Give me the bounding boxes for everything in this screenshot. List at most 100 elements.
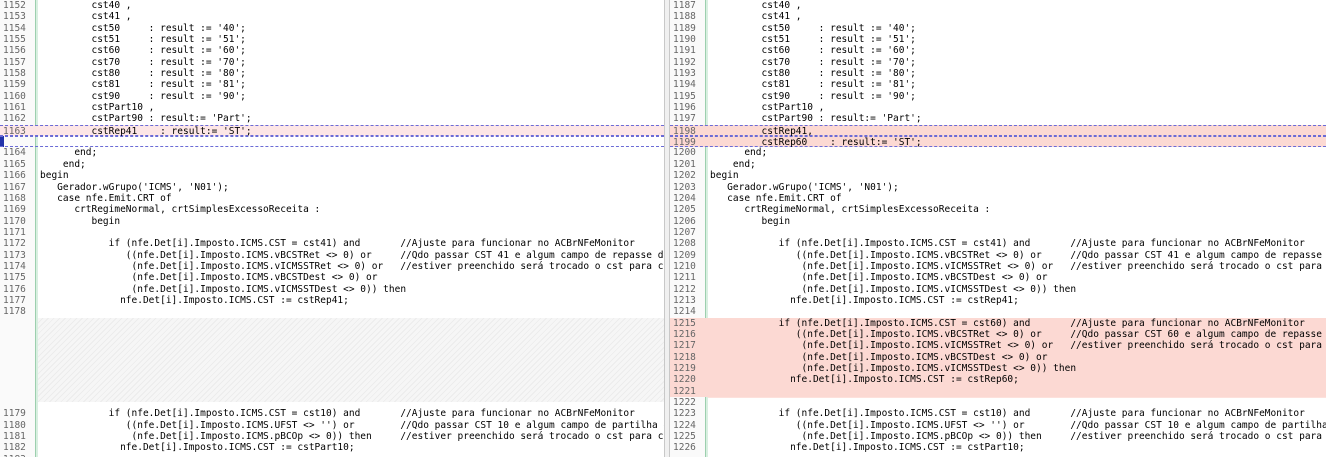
left-code-line: 1177 nfe.Det[i].Imposto.ICMS.CST := cstR… (0, 295, 664, 306)
right-code-line: 1190 cst51 : result := '51'; (670, 34, 1326, 45)
left-code-line: 1173 ((nfe.Det[i].Imposto.ICMS.vBCSTRet … (0, 250, 664, 261)
line-number: 1177 (3, 294, 26, 306)
left-code-line: 1174 (nfe.Det[i].Imposto.ICMS.vICMSSTRet… (0, 261, 664, 272)
code-text: begin (40, 215, 121, 227)
code-text: ((nfe.Det[i].Imposto.ICMS.vBCSTRet <> 0)… (40, 249, 664, 261)
code-text: nfe.Det[i].Imposto.ICMS.CST := cstRep41; (710, 294, 1019, 306)
left-code-line: 1154 cst50 : result := '40'; (0, 23, 664, 34)
line-number: 1190 (673, 34, 696, 46)
code-text: ((nfe.Det[i].Imposto.ICMS.vBCSTRet <> 0)… (710, 328, 1326, 340)
line-number: 1217 (673, 340, 696, 352)
right-code-line: 1197 cstPart90 : result:= 'Part'; (670, 113, 1326, 124)
right-code-line: 1205 crtRegimeNormal, crtSimplesExcessoR… (670, 204, 1326, 215)
line-number: 1218 (673, 351, 696, 363)
line-number: 1175 (3, 272, 26, 284)
line-number: 1213 (673, 294, 696, 306)
right-code-line: 1213 nfe.Det[i].Imposto.ICMS.CST := cstR… (670, 295, 1326, 306)
right-code-line: 1195 cst90 : result := '90'; (670, 91, 1326, 102)
line-number: 1152 (3, 0, 26, 11)
right-code-lines: 1187 cst40 , 1188 cst41 , 1189 cst50 : res… (670, 0, 1326, 454)
code-text: cst80 : result := '80'; (710, 68, 916, 80)
left-code-line: 1163 cstRep41 : result:= 'ST'; (0, 124, 664, 137)
line-number: 1207 (673, 226, 696, 238)
line-number: 1167 (3, 181, 26, 193)
right-code-line: 1223 if (nfe.Det[i].Imposto.ICMS.CST = c… (670, 408, 1326, 419)
line-number: 1161 (3, 102, 26, 114)
right-code-line: 1188 cst41 , (670, 11, 1326, 22)
line-number: 1171 (3, 226, 26, 238)
left-code-line: 1180 ((nfe.Det[i].Imposto.ICMS.UFST <> '… (0, 420, 664, 431)
code-text: nfe.Det[i].Imposto.ICMS.CST := cstPart10… (710, 442, 1025, 454)
line-number: 1191 (673, 45, 696, 57)
code-text: cstPart90 : result:= 'Part'; (710, 113, 922, 125)
line-number: 1188 (673, 11, 696, 23)
code-text: cst81 : result := '81'; (40, 79, 246, 91)
right-code-line: 1201 end; (670, 159, 1326, 170)
line-number: 1172 (3, 238, 26, 250)
left-code-line: 1175 (nfe.Det[i].Imposto.ICMS.vBCSTDest … (0, 272, 664, 283)
right-code-line: 1200 end; (670, 147, 1326, 158)
right-code-line: 1196 cstPart10 , (670, 102, 1326, 113)
right-code-line: 1217 (nfe.Det[i].Imposto.ICMS.vICMSSTRet… (670, 340, 1326, 352)
right-code-line: 1193 cst80 : result := '80'; (670, 68, 1326, 79)
right-code-line: 1222 (670, 397, 1326, 408)
left-code-line: 1152 cst40 , (0, 0, 664, 11)
code-text: cst50 : result := '40'; (40, 22, 246, 34)
line-number: 1158 (3, 68, 26, 80)
right-code-line: 1206 begin (670, 216, 1326, 227)
code-text: crtRegimeNormal, crtSimplesExcessoReceit… (710, 204, 991, 216)
line-number: 1189 (673, 22, 696, 34)
line-number: 1204 (673, 192, 696, 204)
left-code-line: 1164 end; (0, 147, 664, 158)
right-code-line: 1199 cstRep60 : result:= 'ST'; (670, 136, 1326, 148)
right-code-line: 1191 cst60 : result := '60'; (670, 45, 1326, 56)
code-text: (nfe.Det[i].Imposto.ICMS.vBCSTDest <> 0)… (710, 351, 1048, 363)
code-text: (nfe.Det[i].Imposto.ICMS.vICMSSTDest <> … (710, 363, 1077, 374)
line-number: 1160 (3, 90, 26, 102)
code-text: Gerador.wGrupo('ICMS', 'N01'); (710, 181, 899, 193)
code-text: cst51 : result := '51'; (710, 34, 916, 46)
left-code-line: 1156 cst60 : result := '60'; (0, 45, 664, 56)
line-number: 1222 (673, 397, 696, 409)
left-code-line: 1157 cst70 : result := '70'; (0, 57, 664, 68)
line-number: 1194 (673, 79, 696, 91)
line-number: 1162 (3, 113, 26, 125)
line-number: 1156 (3, 45, 26, 57)
left-code-line (0, 397, 664, 408)
right-pane[interactable]: 1187 cst40 , 1188 cst41 , 1189 cst50 : res… (670, 0, 1326, 457)
line-number: 1153 (3, 11, 26, 23)
line-number: 1200 (673, 147, 696, 159)
left-code-lines: 1152 cst40 , 1153 cst41 , 1154 cst50 : res… (0, 0, 664, 457)
right-code-line: 1215 if (nfe.Det[i].Imposto.ICMS.CST = c… (670, 317, 1326, 329)
line-number: 1212 (673, 283, 696, 295)
code-text: cst40 , (40, 0, 132, 11)
code-text: begin (40, 170, 69, 182)
line-number: 1179 (3, 408, 26, 420)
line-number: 1215 (673, 317, 696, 329)
left-code-line: 1182 nfe.Det[i].Imposto.ICMS.CST := cstP… (0, 442, 664, 453)
code-text: cst51 : result := '51'; (40, 34, 246, 46)
line-number: 1211 (673, 272, 696, 284)
code-text: cst40 , (710, 0, 802, 11)
code-text: cst81 : result := '81'; (710, 79, 916, 91)
left-code-line: 1155 cst51 : result := '51'; (0, 34, 664, 45)
code-text: cst41 , (40, 11, 132, 23)
right-code-line: 1216 ((nfe.Det[i].Imposto.ICMS.vBCSTRet … (670, 328, 1326, 341)
left-pane[interactable]: 1152 cst40 , 1153 cst41 , 1154 cst50 : res… (0, 0, 664, 457)
right-code-line: 1198 cstRep41, (670, 124, 1326, 137)
line-number: 1216 (673, 328, 696, 340)
line-number: 1210 (673, 260, 696, 272)
left-code-line (0, 374, 664, 385)
right-code-line: 1219 (nfe.Det[i].Imposto.ICMS.vICMSSTDes… (670, 363, 1326, 375)
code-text: begin (710, 170, 739, 182)
code-text: end; (710, 158, 756, 170)
left-code-line: 1158 cst80 : result := '80'; (0, 68, 664, 79)
line-number: 1224 (673, 419, 696, 431)
line-number: 1187 (673, 0, 696, 11)
line-number: 1174 (3, 260, 26, 272)
line-number: 1178 (3, 306, 26, 318)
right-code-line: 1189 cst50 : result := '40'; (670, 23, 1326, 34)
right-code-line: 1211 (nfe.Det[i].Imposto.ICMS.vBCSTDest … (670, 272, 1326, 283)
left-code-line (0, 386, 664, 397)
code-text: cst70 : result := '70'; (710, 56, 916, 68)
